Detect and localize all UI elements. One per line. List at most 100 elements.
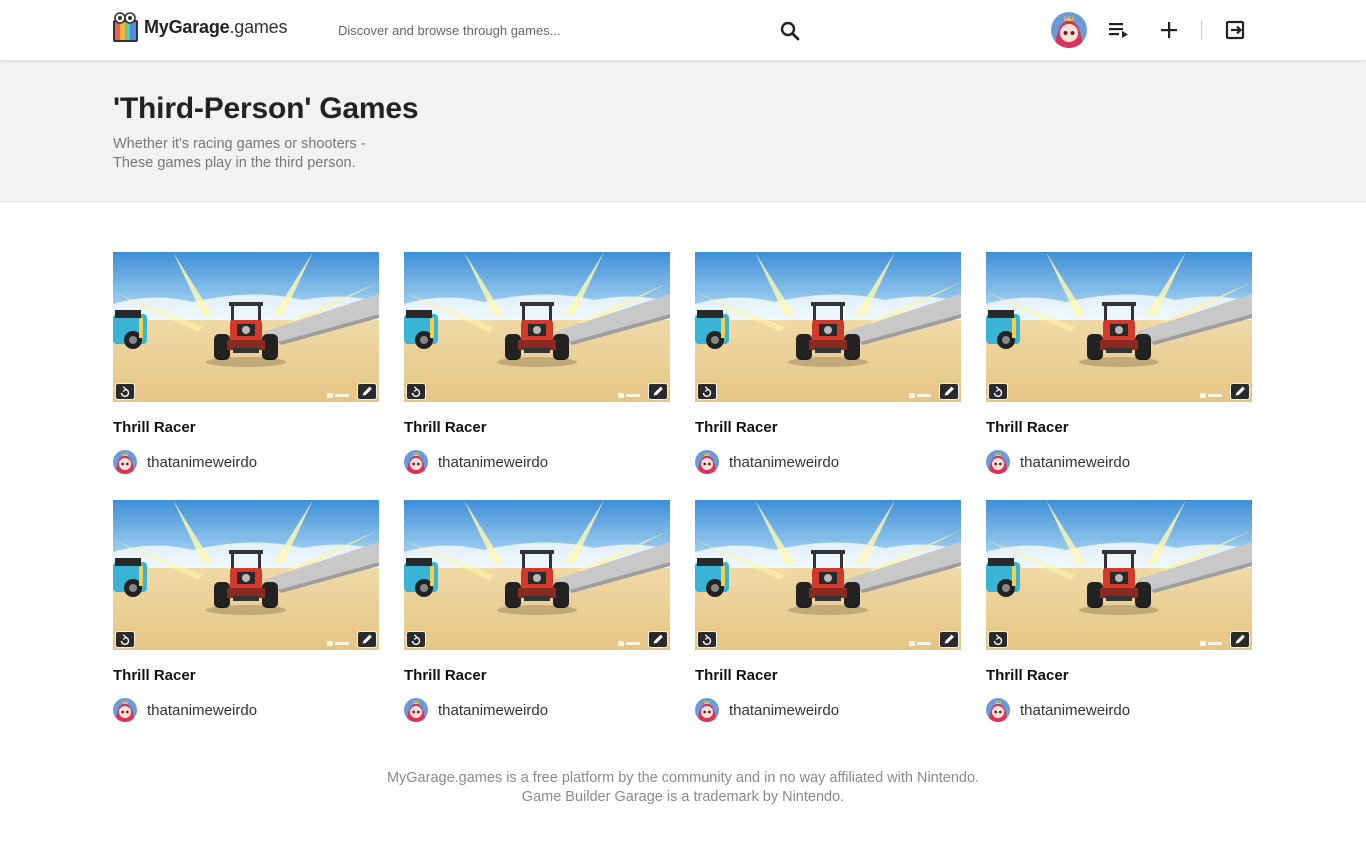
search-bar	[338, 15, 802, 45]
logout-icon[interactable]	[1223, 18, 1247, 42]
avatar-image-icon	[1051, 12, 1087, 48]
logo-text: MyGarage.games	[144, 17, 287, 38]
reset-icon	[115, 631, 135, 648]
game-screenshot-image	[986, 500, 1252, 650]
rival-car	[404, 310, 438, 349]
rival-car	[986, 558, 1020, 597]
author-avatar	[986, 450, 1010, 474]
playlist-icon[interactable]	[1107, 18, 1131, 42]
brand-name: MyGarage	[144, 16, 230, 37]
page-description: Whether it's racing games or shooters - …	[113, 136, 366, 171]
edit-pencil-icon	[939, 631, 959, 648]
brand-domain: .games	[229, 16, 288, 37]
footer-trademark: Game Builder Garage is a trademark by Ni…	[521, 789, 845, 805]
author-avatar	[986, 698, 1010, 722]
game-screenshot-image	[695, 500, 961, 650]
game-card[interactable]: Thrill Racer thatanimeweirdo	[404, 500, 670, 723]
car-shadow	[497, 605, 577, 615]
site-logo[interactable]: MyGarage.games	[113, 12, 287, 42]
author-name: thatanimeweirdo	[1020, 453, 1131, 471]
author-avatar	[695, 450, 719, 474]
game-grid: Thrill Racer thatanimeweirdo Thrill Race…	[113, 252, 1252, 723]
game-card[interactable]: Thrill Racer thatanimeweirdo	[986, 252, 1252, 475]
car-shadow	[206, 357, 286, 367]
car-shadow	[788, 605, 868, 615]
search-icon[interactable]	[778, 19, 802, 43]
reset-icon	[697, 383, 717, 400]
game-card[interactable]: Thrill Racer thatanimeweirdo	[113, 500, 379, 723]
game-title[interactable]: Thrill Racer	[695, 667, 961, 687]
game-screenshot-image	[404, 500, 670, 650]
game-screenshot-image	[113, 252, 379, 402]
game-title[interactable]: Thrill Racer	[404, 419, 670, 439]
rival-car	[113, 558, 147, 597]
author-name: thatanimeweirdo	[147, 701, 258, 719]
edit-pencil-icon	[648, 383, 668, 400]
rival-car	[113, 310, 147, 349]
game-author[interactable]: thatanimeweirdo	[695, 697, 961, 723]
rival-car	[695, 558, 729, 597]
game-title[interactable]: Thrill Racer	[986, 419, 1252, 439]
author-avatar	[695, 698, 719, 722]
game-thumbnail[interactable]	[113, 500, 379, 650]
author-avatar	[404, 698, 428, 722]
reset-icon	[988, 631, 1008, 648]
rival-car	[986, 310, 1020, 349]
author-avatar	[113, 698, 137, 722]
game-thumbnail[interactable]	[986, 252, 1252, 402]
game-card[interactable]: Thrill Racer thatanimeweirdo	[404, 252, 670, 475]
game-author[interactable]: thatanimeweirdo	[986, 449, 1252, 475]
edit-pencil-icon	[939, 383, 959, 400]
game-title[interactable]: Thrill Racer	[695, 419, 961, 439]
game-author[interactable]: thatanimeweirdo	[404, 449, 670, 475]
game-card[interactable]: Thrill Racer thatanimeweirdo	[113, 252, 379, 475]
game-screenshot-image	[404, 252, 670, 402]
author-name: thatanimeweirdo	[438, 701, 549, 719]
game-author[interactable]: thatanimeweirdo	[404, 697, 670, 723]
page-title: 'Third-Person' Games	[113, 92, 419, 125]
game-card[interactable]: Thrill Racer thatanimeweirdo	[695, 252, 961, 475]
edit-pencil-icon	[357, 383, 377, 400]
car-shadow	[1079, 605, 1159, 615]
edit-pencil-icon	[648, 631, 668, 648]
author-name: thatanimeweirdo	[1020, 701, 1131, 719]
search-input[interactable]	[338, 15, 758, 45]
game-thumbnail[interactable]	[404, 252, 670, 402]
game-title[interactable]: Thrill Racer	[986, 667, 1252, 687]
game-thumbnail[interactable]	[404, 500, 670, 650]
game-card[interactable]: Thrill Racer thatanimeweirdo	[695, 500, 961, 723]
user-avatar[interactable]	[1051, 12, 1087, 48]
game-thumbnail[interactable]	[695, 500, 961, 650]
author-name: thatanimeweirdo	[147, 453, 258, 471]
reset-icon	[406, 383, 426, 400]
game-author[interactable]: thatanimeweirdo	[113, 697, 379, 723]
rival-car	[695, 310, 729, 349]
author-name: thatanimeweirdo	[729, 701, 840, 719]
game-author[interactable]: thatanimeweirdo	[695, 449, 961, 475]
edit-pencil-icon	[1230, 631, 1250, 648]
game-thumbnail[interactable]	[695, 252, 961, 402]
game-author[interactable]: thatanimeweirdo	[986, 697, 1252, 723]
reset-icon	[115, 383, 135, 400]
author-name: thatanimeweirdo	[438, 453, 549, 471]
car-shadow	[1079, 357, 1159, 367]
game-screenshot-image	[986, 252, 1252, 402]
page-hero: 'Third-Person' Games Whether it's racing…	[0, 60, 1366, 202]
edit-pencil-icon	[357, 631, 377, 648]
game-title[interactable]: Thrill Racer	[113, 419, 379, 439]
game-thumbnail[interactable]	[986, 500, 1252, 650]
game-thumbnail[interactable]	[113, 252, 379, 402]
game-card[interactable]: Thrill Racer thatanimeweirdo	[986, 500, 1252, 723]
edit-pencil-icon	[1230, 383, 1250, 400]
car-shadow	[497, 357, 577, 367]
car-shadow	[206, 605, 286, 615]
game-title[interactable]: Thrill Racer	[113, 667, 379, 687]
author-name: thatanimeweirdo	[729, 453, 840, 471]
rival-car	[404, 558, 438, 597]
game-title[interactable]: Thrill Racer	[404, 667, 670, 687]
header-divider	[1201, 20, 1202, 40]
add-icon[interactable]	[1157, 18, 1181, 42]
game-author[interactable]: thatanimeweirdo	[113, 449, 379, 475]
reset-icon	[406, 631, 426, 648]
reset-icon	[697, 631, 717, 648]
